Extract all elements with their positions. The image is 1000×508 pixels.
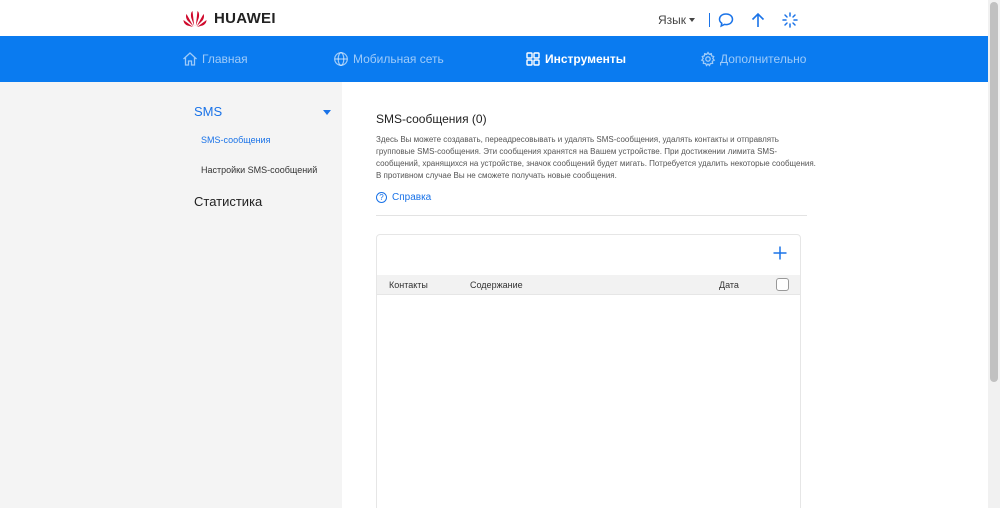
add-icon[interactable] — [772, 245, 788, 261]
sidebar-item-sms-messages[interactable]: SMS-сообщения — [201, 135, 270, 145]
globe-icon — [334, 52, 348, 66]
gear-icon — [700, 51, 716, 67]
nav-item-advanced-label: Дополнительно — [720, 52, 807, 66]
help-link[interactable]: ? Справка — [376, 192, 431, 203]
select-all-checkbox[interactable] — [776, 278, 789, 291]
header-separator — [709, 13, 710, 27]
chat-icon[interactable] — [717, 11, 735, 29]
main-content: SMS-сообщения (0) Здесь Вы можете создав… — [342, 82, 988, 508]
sidebar: SMS SMS-сообщения Настройки SMS-сообщени… — [182, 82, 342, 508]
caret-down-icon[interactable] — [323, 110, 331, 115]
brand-name: HUAWEI — [214, 9, 276, 27]
nav-item-tools-label: Инструменты — [545, 52, 627, 66]
top-header: HUAWEI Язык — [0, 0, 988, 36]
home-icon — [183, 52, 197, 66]
column-header-date: Дата — [719, 280, 739, 290]
table-header-row: Контакты Содержание Дата — [377, 275, 800, 295]
column-header-contacts: Контакты — [389, 280, 428, 290]
huawei-flower-icon — [183, 11, 207, 27]
language-label: Язык — [658, 13, 687, 27]
nav-item-advanced[interactable]: Дополнительно — [700, 36, 806, 82]
sidebar-group-sms[interactable]: SMS — [194, 104, 222, 119]
language-selector[interactable]: Язык — [658, 13, 696, 27]
main-nav: Главная Мобильная сеть Инструменты Допол… — [0, 36, 988, 82]
page-title: SMS-сообщения (0) — [376, 112, 487, 126]
sidebar-item-sms-settings[interactable]: Настройки SMS-сообщений — [201, 165, 317, 175]
nav-item-tools[interactable]: Инструменты — [525, 36, 626, 82]
page-scrollbar[interactable] — [988, 0, 1000, 508]
sms-table-card: Контакты Содержание Дата — [376, 234, 801, 508]
loading-spinner-icon[interactable] — [781, 11, 799, 29]
sidebar-group-statistics[interactable]: Статистика — [194, 194, 262, 209]
upload-arrow-icon[interactable] — [749, 11, 767, 29]
huawei-logo[interactable]: HUAWEI — [182, 8, 276, 28]
nav-item-mobile-network-label: Мобильная сеть — [353, 52, 444, 66]
help-label: Справка — [392, 192, 432, 203]
column-header-content: Содержание — [470, 280, 523, 290]
section-divider — [376, 215, 807, 216]
grid-tools-icon — [526, 52, 540, 66]
nav-item-home-label: Главная — [202, 52, 248, 66]
scrollbar-thumb[interactable] — [990, 2, 998, 382]
nav-item-mobile-network[interactable]: Мобильная сеть — [333, 36, 444, 82]
nav-item-home[interactable]: Главная — [182, 36, 248, 82]
caret-down-icon — [689, 18, 696, 22]
page-description: Здесь Вы можете создавать, переадресовыв… — [376, 135, 816, 180]
question-circle-icon: ? — [376, 192, 387, 203]
